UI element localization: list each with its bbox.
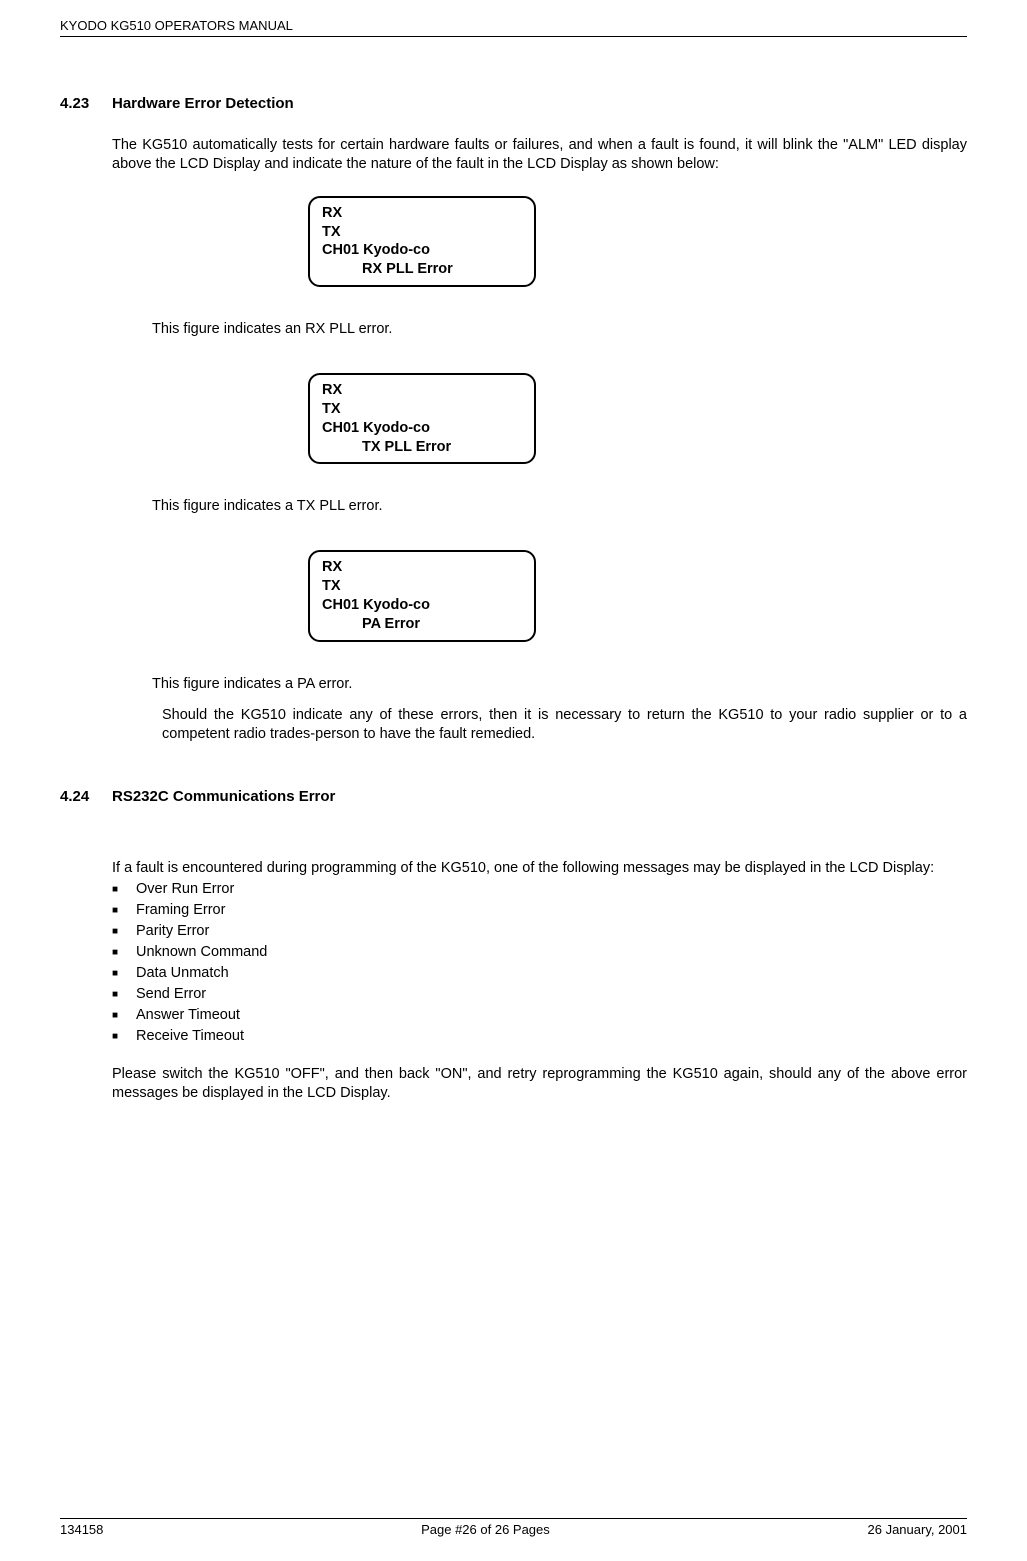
section-4-24-outro: Please switch the KG510 "OFF", and then … [112, 1065, 967, 1103]
footer-right: 26 January, 2001 [868, 1522, 968, 1537]
section-number: 4.24 [60, 788, 112, 805]
lcd-line-4: TX PLL Error [322, 438, 524, 457]
lcd-display-rx-pll-error: RX TX CH01 Kyodo-co RX PLL Error [308, 196, 536, 287]
lcd-line-3: CH01 Kyodo-co [322, 596, 524, 615]
list-item: ■Receive Timeout [112, 1026, 967, 1047]
list-item: ■Unknown Command [112, 942, 967, 963]
page-footer: 134158 Page #26 of 26 Pages 26 January, … [60, 1518, 967, 1537]
section-number: 4.23 [60, 95, 112, 112]
list-item: ■Data Unmatch [112, 963, 967, 984]
bullet-icon: ■ [112, 963, 136, 982]
error-messages-list: ■Over Run Error ■Framing Error ■Parity E… [112, 879, 967, 1047]
list-item-label: Answer Timeout [136, 1005, 240, 1026]
footer-center: Page #26 of 26 Pages [421, 1522, 550, 1537]
section-4-24-intro: If a fault is encountered during program… [112, 859, 967, 878]
lcd-line-3: CH01 Kyodo-co [322, 241, 524, 260]
caption-pa: This figure indicates a PA error. [152, 676, 967, 692]
lcd-line-1: RX [322, 558, 524, 577]
section-title: RS232C Communications Error [112, 788, 335, 805]
lcd-line-1: RX [322, 381, 524, 400]
list-item: ■Answer Timeout [112, 1005, 967, 1026]
list-item-label: Data Unmatch [136, 963, 229, 984]
section-4-23-remedy: Should the KG510 indicate any of these e… [162, 706, 967, 744]
section-heading-4-23: 4.23 Hardware Error Detection [60, 95, 967, 112]
bullet-icon: ■ [112, 942, 136, 961]
footer-left: 134158 [60, 1522, 103, 1537]
bullet-icon: ■ [112, 1026, 136, 1045]
caption-rx-pll: This figure indicates an RX PLL error. [152, 321, 967, 337]
bullet-icon: ■ [112, 921, 136, 940]
list-item-label: Receive Timeout [136, 1026, 244, 1047]
page-header: KYODO KG510 OPERATORS MANUAL [60, 18, 967, 37]
page-content: 4.23 Hardware Error Detection The KG510 … [60, 37, 967, 1103]
bullet-icon: ■ [112, 984, 136, 1003]
caption-tx-pll: This figure indicates a TX PLL error. [152, 498, 967, 514]
lcd-line-2: TX [322, 400, 524, 419]
section-4-23-intro: The KG510 automatically tests for certai… [112, 136, 967, 174]
section-title: Hardware Error Detection [112, 95, 294, 112]
bullet-icon: ■ [112, 1005, 136, 1024]
list-item-label: Send Error [136, 984, 206, 1005]
section-heading-4-24: 4.24 RS232C Communications Error [60, 788, 967, 805]
list-item-label: Parity Error [136, 921, 209, 942]
lcd-line-2: TX [322, 223, 524, 242]
lcd-line-4: RX PLL Error [322, 260, 524, 279]
list-item-label: Unknown Command [136, 942, 267, 963]
list-item: ■Over Run Error [112, 879, 967, 900]
lcd-line-3: CH01 Kyodo-co [322, 419, 524, 438]
lcd-line-4: PA Error [322, 615, 524, 634]
lcd-line-1: RX [322, 204, 524, 223]
list-item: ■Send Error [112, 984, 967, 1005]
lcd-line-2: TX [322, 577, 524, 596]
bullet-icon: ■ [112, 900, 136, 919]
lcd-display-tx-pll-error: RX TX CH01 Kyodo-co TX PLL Error [308, 373, 536, 464]
lcd-display-pa-error: RX TX CH01 Kyodo-co PA Error [308, 550, 536, 641]
list-item: ■Parity Error [112, 921, 967, 942]
list-item-label: Over Run Error [136, 879, 234, 900]
list-item-label: Framing Error [136, 900, 225, 921]
list-item: ■Framing Error [112, 900, 967, 921]
header-title: KYODO KG510 OPERATORS MANUAL [60, 18, 293, 33]
bullet-icon: ■ [112, 879, 136, 898]
